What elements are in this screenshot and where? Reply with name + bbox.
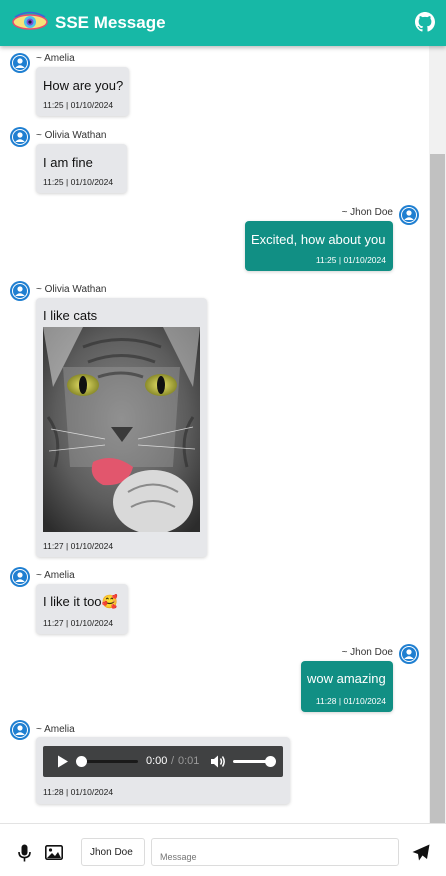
github-icon[interactable] xyxy=(415,12,435,32)
message-bubble: Excited, how about you 11:25 | 01/10/202… xyxy=(245,221,393,271)
message-sender: ~ Amelia xyxy=(36,570,75,581)
message-timestamp: 11:28 | 01/10/2024 xyxy=(315,696,386,706)
username-field[interactable]: Jhon Doe xyxy=(81,838,145,866)
message-timestamp: 11:25 | 01/10/2024 xyxy=(43,100,114,110)
message-bubble: I like it too🥰 11:27 | 01/10/2024 xyxy=(36,584,128,634)
message-sender: ~ Jhon Doe xyxy=(341,207,393,218)
microphone-icon[interactable] xyxy=(18,844,31,862)
message-sender: ~ Olivia Wathan xyxy=(36,130,107,141)
send-icon[interactable] xyxy=(412,844,430,862)
chat-app: SSE Message ~ Amelia How are you? 11:25 … xyxy=(0,0,446,876)
avatar-icon xyxy=(10,53,30,73)
message-bubble: How are you? 11:25 | 01/10/2024 xyxy=(36,67,129,116)
app-title: SSE Message xyxy=(55,13,166,32)
avatar-icon xyxy=(399,205,419,225)
message-timestamp: 11:27 | 01/10/2024 xyxy=(43,541,114,551)
audio-player[interactable]: 0:00 / 0:01 xyxy=(43,746,283,777)
volume-slider[interactable] xyxy=(233,756,276,767)
cat-photo[interactable] xyxy=(43,327,200,532)
avatar-icon xyxy=(10,720,30,740)
message-sender: ~ Jhon Doe xyxy=(341,647,393,658)
audio-progress-thumb[interactable] xyxy=(75,756,87,767)
avatar-icon xyxy=(10,281,30,301)
audio-current-time: 0:00 xyxy=(146,755,168,767)
message-sender: ~ Amelia xyxy=(36,724,75,735)
scrollbar-thumb[interactable] xyxy=(430,154,445,823)
audio-duration: 0:01 xyxy=(178,755,200,767)
message-input[interactable] xyxy=(151,838,399,866)
message-text: How are you? xyxy=(43,78,124,93)
message-bubble: 0:00 / 0:01 11:28 | 01/10/2024 xyxy=(36,737,290,804)
message-timestamp: 11:25 | 01/10/2024 xyxy=(43,177,114,187)
message-bubble: I am fine 11:25 | 01/10/2024 xyxy=(36,144,127,193)
message-timestamp: 11:27 | 01/10/2024 xyxy=(43,618,114,628)
message-timestamp: 11:28 | 01/10/2024 xyxy=(43,787,114,797)
message-sender: ~ Amelia xyxy=(36,53,75,64)
avatar-icon xyxy=(399,644,419,664)
scrollbar[interactable] xyxy=(429,46,446,823)
message-bubble: wow amazing 11:28 | 01/10/2024 xyxy=(301,661,393,712)
avatar-icon xyxy=(10,127,30,147)
audio-progress-track[interactable] xyxy=(75,756,138,767)
eye-logo-icon xyxy=(12,11,48,30)
message-text: wow amazing xyxy=(307,671,386,686)
message-feed[interactable]: ~ Amelia How are you? 11:25 | 01/10/2024… xyxy=(0,46,429,823)
message-text: I am fine xyxy=(43,155,93,170)
audio-time-separator: / xyxy=(168,755,178,767)
composer: Jhon Doe xyxy=(0,823,446,876)
message-sender: ~ Olivia Wathan xyxy=(36,284,107,295)
message-timestamp: 11:25 | 01/10/2024 xyxy=(315,255,386,265)
avatar-icon xyxy=(10,567,30,587)
message-text: I like it too🥰 xyxy=(43,594,118,609)
play-icon[interactable] xyxy=(57,755,69,768)
volume-thumb[interactable] xyxy=(264,756,276,767)
image-icon[interactable] xyxy=(45,845,63,860)
volume-icon[interactable] xyxy=(210,754,226,769)
app-header: SSE Message xyxy=(0,0,446,46)
message-bubble: I like cats 11:27 | 01/10/2024 xyxy=(36,298,207,557)
message-text: I like cats xyxy=(43,308,98,323)
message-text: Excited, how about you xyxy=(251,232,386,247)
